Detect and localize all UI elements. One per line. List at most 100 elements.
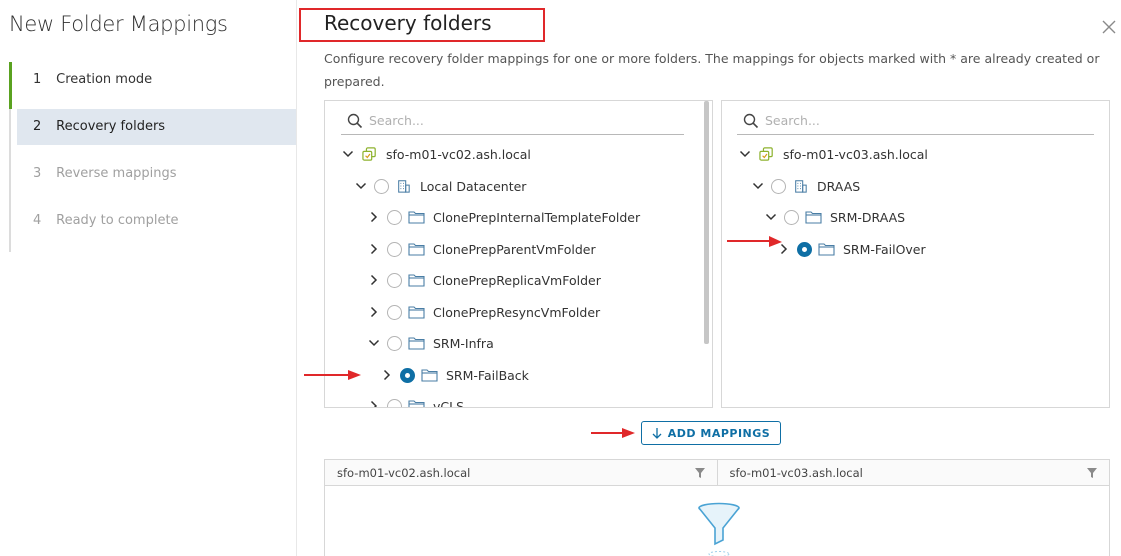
radio-button[interactable] [387,272,402,288]
arrow-down-icon [652,427,662,439]
step-number: 2 [33,119,42,134]
target-search [737,111,1094,135]
chevron-down-icon[interactable] [765,211,777,223]
page-title: Recovery folders [324,11,492,35]
radio-button[interactable] [387,241,402,257]
folder-icon [805,211,822,224]
tree-node-vcenter[interactable]: sfo-m01-vc02.ash.local [342,143,531,165]
column-label: sfo-m01-vc03.ash.local [729,466,863,480]
radio-button[interactable] [771,178,786,194]
wizard-title: New Folder Mappings [9,12,228,36]
chevron-right-icon[interactable] [368,211,380,223]
tree-node-label: sfo-m01-vc02.ash.local [386,146,531,162]
step-creation-mode[interactable]: 1 Creation mode [9,62,296,109]
tree-node-label: SRM-FailOver [843,241,926,257]
mappings-grid: sfo-m01-vc02.ash.local sfo-m01-vc03.ash.… [324,459,1110,556]
step-recovery-folders[interactable]: 2 Recovery folders [17,109,296,145]
wizard-sidebar: New Folder Mappings 1 Creation mode 2 Re… [0,0,297,556]
tree-node-folder[interactable]: ClonePrepReplicaVmFolder [368,269,601,291]
filter-icon[interactable] [694,468,705,478]
chevron-down-icon[interactable] [368,337,380,349]
tree-node-vcenter[interactable]: sfo-m01-vc03.ash.local [739,143,928,165]
tree-node-datacenter[interactable]: DRAAS [752,175,860,197]
folder-icon [408,306,425,319]
chevron-right-icon[interactable] [368,400,380,408]
tree-node-label: ClonePrepInternalTemplateFolder [433,209,641,225]
source-search [341,111,684,135]
grid-column-target[interactable]: sfo-m01-vc03.ash.local [716,460,1110,485]
tree-node-folder[interactable]: ClonePrepInternalTemplateFolder [368,206,640,228]
add-mappings-label: ADD MAPPINGS [667,426,771,440]
step-label: Recovery folders [56,119,166,134]
chevron-right-icon[interactable] [381,369,393,381]
tree-node-label: Local Datacenter [420,178,527,194]
tree-node-label: DRAAS [817,178,861,194]
source-tree-panel: sfo-m01-vc02.ash.local Local Datacenter … [324,100,713,408]
add-mappings-button[interactable]: ADD MAPPINGS [641,421,781,445]
step-label: Ready to complete [56,213,179,228]
chevron-right-icon[interactable] [368,243,380,255]
radio-button-selected[interactable] [797,241,812,257]
target-search-input[interactable] [765,113,1065,128]
radio-button-selected[interactable] [400,367,415,383]
datacenter-icon [795,180,807,193]
annotation-arrow-icon [304,370,361,380]
search-icon [743,113,759,129]
tree-node-folder[interactable]: vCLS [368,395,465,408]
vcenter-icon [362,147,376,161]
step-number: 1 [33,72,42,87]
tree-node-label: ClonePrepReplicaVmFolder [433,272,601,288]
folder-icon [408,243,425,256]
tree-node-folder-srm-failover[interactable]: SRM-FailOver [778,238,926,260]
vcenter-icon [759,147,773,161]
folder-icon [408,337,425,350]
tree-node-label: SRM-DRAAS [830,209,906,225]
scrollbar[interactable] [704,101,709,344]
search-icon [347,113,363,129]
step-number: 3 [33,166,42,181]
chevron-down-icon[interactable] [342,148,354,160]
grid-column-source[interactable]: sfo-m01-vc02.ash.local [325,460,717,485]
step-label: Reverse mappings [56,166,177,181]
radio-button[interactable] [374,178,389,194]
tree-node-folder[interactable]: ClonePrepParentVmFolder [368,238,596,260]
filter-icon[interactable] [1087,468,1097,478]
chevron-down-icon[interactable] [355,180,367,192]
radio-button[interactable] [784,209,799,225]
tree-node-label: sfo-m01-vc03.ash.local [783,146,928,162]
folder-icon [408,211,425,224]
annotation-arrow-icon [591,428,635,438]
chevron-right-icon[interactable] [368,306,380,318]
grid-header: sfo-m01-vc02.ash.local sfo-m01-vc03.ash.… [325,460,1109,486]
radio-button[interactable] [387,335,402,351]
step-ready-to-complete: 4 Ready to complete [11,203,296,239]
radio-button[interactable] [387,398,402,407]
close-icon[interactable] [1101,19,1117,35]
tree-node-folder[interactable]: ClonePrepResyncVmFolder [368,301,600,323]
tree-node-folder-srm-draas[interactable]: SRM-DRAAS [765,206,905,228]
annotation-arrow-icon [727,236,782,247]
tree-node-folder-srm-failback[interactable]: SRM-FailBack [381,364,529,386]
step-number: 4 [33,213,42,228]
tree-node-label: ClonePrepResyncVmFolder [433,304,601,320]
tree-node-label: vCLS [433,398,465,408]
chevron-right-icon[interactable] [368,274,380,286]
wizard-steps: 1 Creation mode 2 Recovery folders 3 Rev… [9,62,296,252]
datacenter-icon [398,180,410,193]
folder-icon [408,274,425,287]
folder-icon [408,400,425,407]
step-reverse-mappings: 3 Reverse mappings [11,156,296,192]
radio-button[interactable] [387,209,402,225]
tree-node-datacenter[interactable]: Local Datacenter [355,175,526,197]
tree-node-folder-srm-infra[interactable]: SRM-Infra [368,332,494,354]
page-description: Configure recovery folder mappings for o… [324,51,1100,89]
chevron-down-icon[interactable] [739,148,751,160]
folder-icon [818,243,835,256]
chevron-down-icon[interactable] [752,180,764,192]
target-tree-panel: sfo-m01-vc03.ash.local DRAAS SRM-DRAAS S… [721,100,1110,408]
source-search-input[interactable] [369,113,669,128]
tree-node-label: SRM-FailBack [446,367,529,383]
empty-state-funnel-icon [698,502,740,556]
tree-node-label: SRM-Infra [433,335,494,351]
radio-button[interactable] [387,304,402,320]
